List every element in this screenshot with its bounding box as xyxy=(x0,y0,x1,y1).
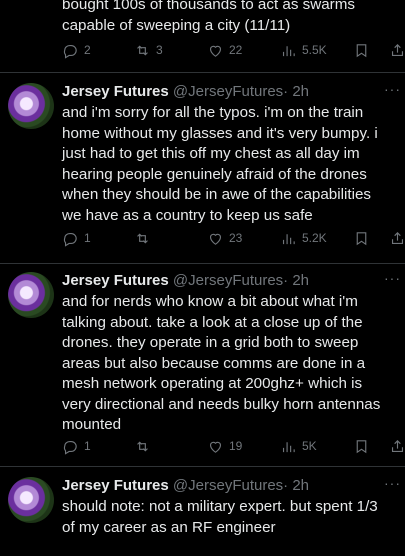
retweet-count: 3 xyxy=(156,43,163,57)
like-count: 23 xyxy=(229,231,243,245)
user-handle[interactable]: @JerseyFutures xyxy=(173,477,283,494)
tweet-actions: 1 23 5.2K xyxy=(62,230,405,250)
reply-button[interactable]: 2 xyxy=(62,42,91,59)
like-button[interactable]: 23 xyxy=(207,230,242,247)
user-handle[interactable]: @JerseyFutures xyxy=(173,83,283,100)
reply-count: 2 xyxy=(84,43,91,57)
views-button[interactable]: 5.2K xyxy=(280,230,327,247)
display-name[interactable]: Jersey Futures xyxy=(62,272,169,289)
bookmark-icon xyxy=(356,440,367,454)
heart-icon xyxy=(209,441,222,453)
avatar[interactable] xyxy=(8,83,54,129)
like-button[interactable]: 22 xyxy=(207,42,242,59)
retweet-button[interactable]: 3 xyxy=(134,42,163,59)
tweet-header: Jersey Futures @JerseyFutures· 2h xyxy=(62,83,309,100)
reply-icon xyxy=(63,232,77,247)
retweet-icon xyxy=(137,233,148,244)
more-options-icon[interactable]: ··· xyxy=(384,270,401,286)
avatar[interactable] xyxy=(8,272,54,318)
user-handle[interactable]: @JerseyFutures xyxy=(173,272,283,289)
tweet-actions: 1 19 5K xyxy=(62,438,405,458)
share-icon xyxy=(391,440,404,453)
reply-count: 1 xyxy=(84,439,91,453)
heart-icon xyxy=(209,45,222,57)
bookmark-button[interactable] xyxy=(353,438,370,455)
reply-icon xyxy=(63,440,77,455)
tweet-text: and i'm sorry for all the typos. i'm on … xyxy=(62,104,378,224)
like-button[interactable]: 19 xyxy=(207,438,242,455)
reply-button[interactable]: 1 xyxy=(62,438,91,455)
share-icon xyxy=(391,232,404,245)
display-name[interactable]: Jersey Futures xyxy=(62,477,169,494)
share-icon xyxy=(391,44,404,57)
avatar[interactable] xyxy=(8,477,54,523)
display-name[interactable]: Jersey Futures xyxy=(62,83,169,100)
views-icon xyxy=(282,234,295,245)
tweet[interactable]: Jersey Futures @JerseyFutures· 2h ··· an… xyxy=(0,264,405,467)
tweet[interactable]: Jersey Futures @JerseyFutures· 2h ··· sh… xyxy=(0,467,405,556)
tweet-text: bought 100s of thousands to act as swarm… xyxy=(62,0,355,34)
timestamp[interactable]: · 2h xyxy=(283,83,309,100)
tweet[interactable]: Jersey Futures @JerseyFutures· 2h ··· an… xyxy=(0,73,405,264)
reply-icon xyxy=(63,44,77,59)
tweet-header: Jersey Futures @JerseyFutures· 2h xyxy=(62,272,309,289)
like-count: 19 xyxy=(229,439,243,453)
views-button[interactable]: 5.5K xyxy=(280,42,327,59)
tweet-text: and for nerds who know a bit about what … xyxy=(62,293,381,433)
views-count: 5.2K xyxy=(302,231,327,245)
timestamp[interactable]: · 2h xyxy=(283,272,309,289)
bookmark-icon xyxy=(356,44,367,58)
reply-count: 1 xyxy=(84,231,91,245)
bookmark-button[interactable] xyxy=(353,230,370,247)
views-icon xyxy=(282,46,295,57)
like-count: 22 xyxy=(229,43,243,57)
tweet-header: Jersey Futures @JerseyFutures· 2h xyxy=(62,477,309,494)
views-count: 5.5K xyxy=(302,43,327,57)
more-options-icon[interactable]: ··· xyxy=(384,81,401,97)
views-count: 5K xyxy=(302,439,317,453)
bookmark-button[interactable] xyxy=(353,42,370,59)
timestamp[interactable]: · 2h xyxy=(283,477,309,494)
retweet-button[interactable] xyxy=(134,438,156,455)
tweet[interactable]: bought 100s of thousands to act as swarm… xyxy=(0,0,405,73)
views-icon xyxy=(282,442,295,453)
retweet-icon xyxy=(137,45,148,56)
share-button[interactable] xyxy=(389,230,405,247)
tweet-text: should note: not a military expert. but … xyxy=(62,498,378,536)
views-button[interactable]: 5K xyxy=(280,438,317,455)
tweet-actions: 2 3 22 5.5K xyxy=(62,42,405,62)
more-options-icon[interactable]: ··· xyxy=(384,475,401,491)
heart-icon xyxy=(209,233,222,245)
bookmark-icon xyxy=(356,232,367,246)
share-button[interactable] xyxy=(389,438,405,455)
share-button[interactable] xyxy=(389,42,405,59)
retweet-button[interactable] xyxy=(134,230,156,247)
retweet-icon xyxy=(137,441,148,452)
reply-button[interactable]: 1 xyxy=(62,230,91,247)
